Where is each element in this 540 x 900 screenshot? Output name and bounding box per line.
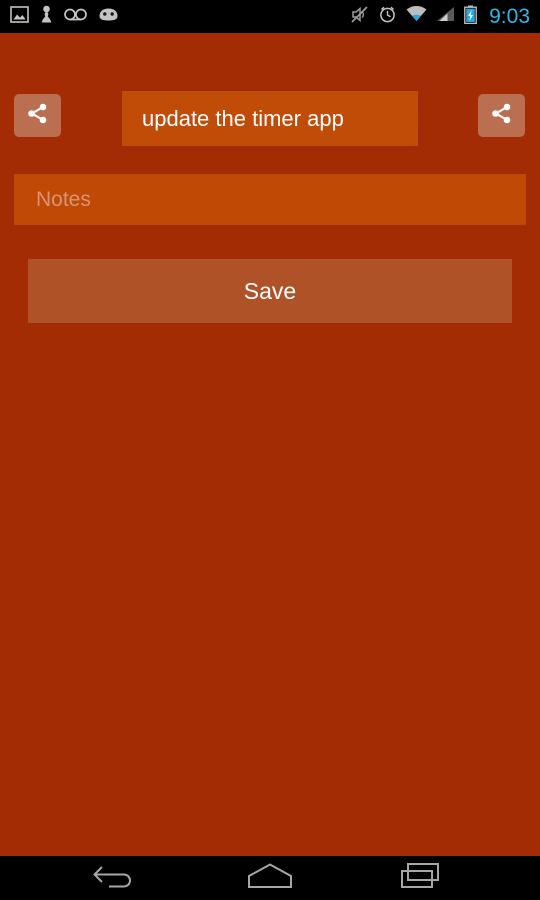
- status-bar-system-icons: 9:03: [350, 5, 530, 29]
- app-content: update the timer app Notes Save: [0, 33, 540, 856]
- alarm-icon: [378, 5, 397, 29]
- notes-input[interactable]: Notes: [14, 174, 526, 225]
- save-button-label: Save: [243, 278, 297, 304]
- save-button[interactable]: Save: [28, 259, 512, 323]
- back-button[interactable]: [72, 856, 162, 900]
- wifi-icon: [406, 6, 427, 27]
- mute-icon: [350, 5, 369, 29]
- back-arrow-icon: [92, 863, 141, 894]
- phone-screen: 9:03 update the timer app Notes Save: [0, 0, 540, 900]
- image-icon: [10, 5, 29, 28]
- share-button-right[interactable]: [478, 94, 525, 137]
- status-bar-notification-icons: [10, 5, 119, 29]
- battery-charging-icon: [464, 5, 478, 29]
- status-bar-clock: 9:03: [489, 5, 530, 28]
- navigation-bar: [0, 856, 540, 900]
- person-icon: [40, 5, 53, 29]
- title-input-value: update the timer app: [142, 105, 344, 131]
- voicemail-icon: [64, 8, 87, 26]
- share-icon: [26, 102, 49, 130]
- share-icon: [490, 102, 513, 130]
- title-row: update the timer app: [0, 91, 540, 146]
- home-button[interactable]: [225, 856, 315, 900]
- android-icon: [98, 7, 119, 27]
- notes-input-placeholder: Notes: [36, 187, 91, 211]
- share-button-left[interactable]: [14, 94, 61, 137]
- cellular-signal-icon: [436, 6, 455, 27]
- recents-button[interactable]: [378, 856, 468, 900]
- home-icon: [242, 861, 298, 896]
- title-input[interactable]: update the timer app: [122, 91, 418, 146]
- recent-apps-icon: [399, 861, 447, 896]
- status-bar: 9:03: [0, 0, 540, 33]
